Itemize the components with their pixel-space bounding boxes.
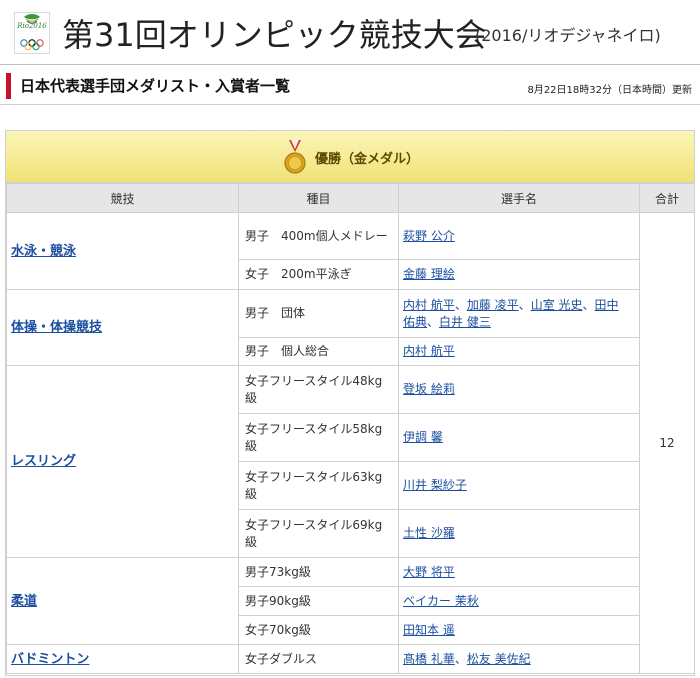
- sport-link-judo[interactable]: 柔道: [11, 594, 37, 609]
- sport-link-wrestling[interactable]: レスリング: [11, 454, 76, 469]
- page-subtitle: (2016/リオデジャネイロ): [475, 26, 661, 45]
- event-cell: 女子フリースタイル63kg級: [238, 461, 399, 510]
- event-cell: 女子 200m平泳ぎ: [238, 259, 399, 290]
- athlete-link[interactable]: 白井 健三: [439, 315, 491, 329]
- sport-cell: 水泳・競泳: [6, 212, 239, 290]
- logo-wordmark: Rio2016: [17, 22, 47, 30]
- athlete-link[interactable]: 松友 美佐紀: [467, 652, 531, 666]
- athletes-cell: 川井 梨紗子: [398, 461, 640, 510]
- gold-medal-icon: [284, 140, 306, 174]
- athletes-cell: 登坂 絵莉: [398, 365, 640, 414]
- event-cell: 男子73kg級: [238, 557, 399, 587]
- event-cell: 女子フリースタイル69kg級: [238, 509, 399, 558]
- event-cell: 男子 個人総合: [238, 337, 399, 366]
- column-header-sport: 競技: [6, 183, 239, 213]
- athletes-cell: 金藤 理絵: [398, 259, 640, 290]
- athletes-cell: 田知本 遥: [398, 615, 640, 645]
- column-header-athletes: 選手名: [398, 183, 640, 213]
- athletes-cell: ベイカー 茉秋: [398, 586, 640, 616]
- table-row: 水泳・競泳 男子 400m個人メドレー 萩野 公介 12: [6, 212, 695, 674]
- event-cell: 男子90kg級: [238, 586, 399, 616]
- athlete-link[interactable]: 髙橋 礼華: [403, 652, 455, 666]
- sport-link-badminton[interactable]: バドミントン: [11, 652, 89, 667]
- athlete-link[interactable]: 内村 航平: [403, 298, 455, 312]
- athlete-link[interactable]: 加藤 凌平: [467, 298, 519, 312]
- athlete-link[interactable]: 土性 沙羅: [403, 526, 455, 540]
- medal-table-panel: 優勝（金メダル） 競技 種目 選手名 合計 水泳・競泳 男子 400m個人メドレ…: [5, 130, 695, 676]
- table-row: バドミントン 女子ダブルス 髙橋 礼華、松友 美佐紀: [6, 644, 695, 674]
- page-header: Rio2016 第31回オリンピック競技大会 (2016/リオデジャネイロ): [0, 0, 700, 68]
- table-row: 柔道 男子73kg級 大野 将平: [6, 557, 695, 645]
- table-header-row: 競技 種目 選手名 合計: [6, 183, 695, 213]
- sport-cell: 体操・体操競技: [6, 289, 239, 366]
- column-header-total: 合計: [639, 183, 695, 213]
- gold-medal-label: 優勝（金メダル）: [315, 152, 420, 167]
- header-divider: [0, 64, 700, 65]
- athlete-link[interactable]: 登坂 絵莉: [403, 382, 455, 396]
- event-cell: 女子フリースタイル58kg級: [238, 413, 399, 462]
- athletes-cell: 内村 航平: [398, 337, 640, 366]
- event-cell: 女子ダブルス: [238, 644, 399, 674]
- athlete-link[interactable]: 伊調 馨: [403, 430, 443, 444]
- sport-link-gymnastics[interactable]: 体操・体操競技: [11, 320, 102, 335]
- athletes-cell: 土性 沙羅: [398, 509, 640, 558]
- athletes-cell: 内村 航平、加藤 凌平、山室 光史、田中 佑典、白井 健三: [398, 289, 640, 338]
- event-cell: 男子 団体: [238, 289, 399, 338]
- section-title: 日本代表選手団メダリスト・入賞者一覧: [20, 77, 291, 95]
- section-divider: [0, 104, 700, 105]
- athlete-link[interactable]: 山室 光史: [531, 298, 583, 312]
- athletes-cell: 大野 将平: [398, 557, 640, 587]
- athletes-cell: 伊調 馨: [398, 413, 640, 462]
- event-cell: 女子フリースタイル48kg級: [238, 365, 399, 414]
- event-cell: 男子 400m個人メドレー: [238, 212, 399, 260]
- athlete-link[interactable]: 大野 将平: [403, 565, 455, 579]
- olympic-rings-icon: [20, 14, 44, 51]
- medalist-table: 競技 種目 選手名 合計 水泳・競泳 男子 400m個人メドレー 萩野 公介 1…: [6, 183, 695, 674]
- athlete-link[interactable]: 川井 梨紗子: [403, 478, 467, 492]
- gold-medal-header: 優勝（金メダル）: [6, 131, 694, 183]
- rio2016-logo: Rio2016: [14, 12, 50, 54]
- athletes-cell: 萩野 公介: [398, 212, 640, 260]
- sport-cell: レスリング: [6, 365, 239, 558]
- table-row: レスリング 女子フリースタイル48kg級 登坂 絵莉: [6, 365, 695, 558]
- athlete-link[interactable]: 金藤 理絵: [403, 267, 455, 281]
- athlete-link[interactable]: ベイカー 茉秋: [403, 594, 479, 608]
- update-timestamp: 8月22日18時32分（日本時間）更新: [527, 85, 692, 96]
- total-cell: 12: [639, 212, 695, 674]
- athlete-link[interactable]: 内村 航平: [403, 344, 455, 358]
- column-header-event: 種目: [238, 183, 399, 213]
- event-cell: 女子70kg級: [238, 615, 399, 645]
- sport-cell: 柔道: [6, 557, 239, 645]
- sport-link-swimming[interactable]: 水泳・競泳: [11, 244, 76, 259]
- athlete-link[interactable]: 萩野 公介: [403, 229, 455, 243]
- athletes-cell: 髙橋 礼華、松友 美佐紀: [398, 644, 640, 674]
- sport-cell: バドミントン: [6, 644, 239, 674]
- section-accent-bar: [6, 73, 11, 99]
- page-title: 第31回オリンピック競技大会: [62, 16, 487, 54]
- table-row: 体操・体操競技 男子 団体 内村 航平、加藤 凌平、山室 光史、田中 佑典、白井…: [6, 289, 695, 366]
- athlete-link[interactable]: 田知本 遥: [403, 623, 455, 637]
